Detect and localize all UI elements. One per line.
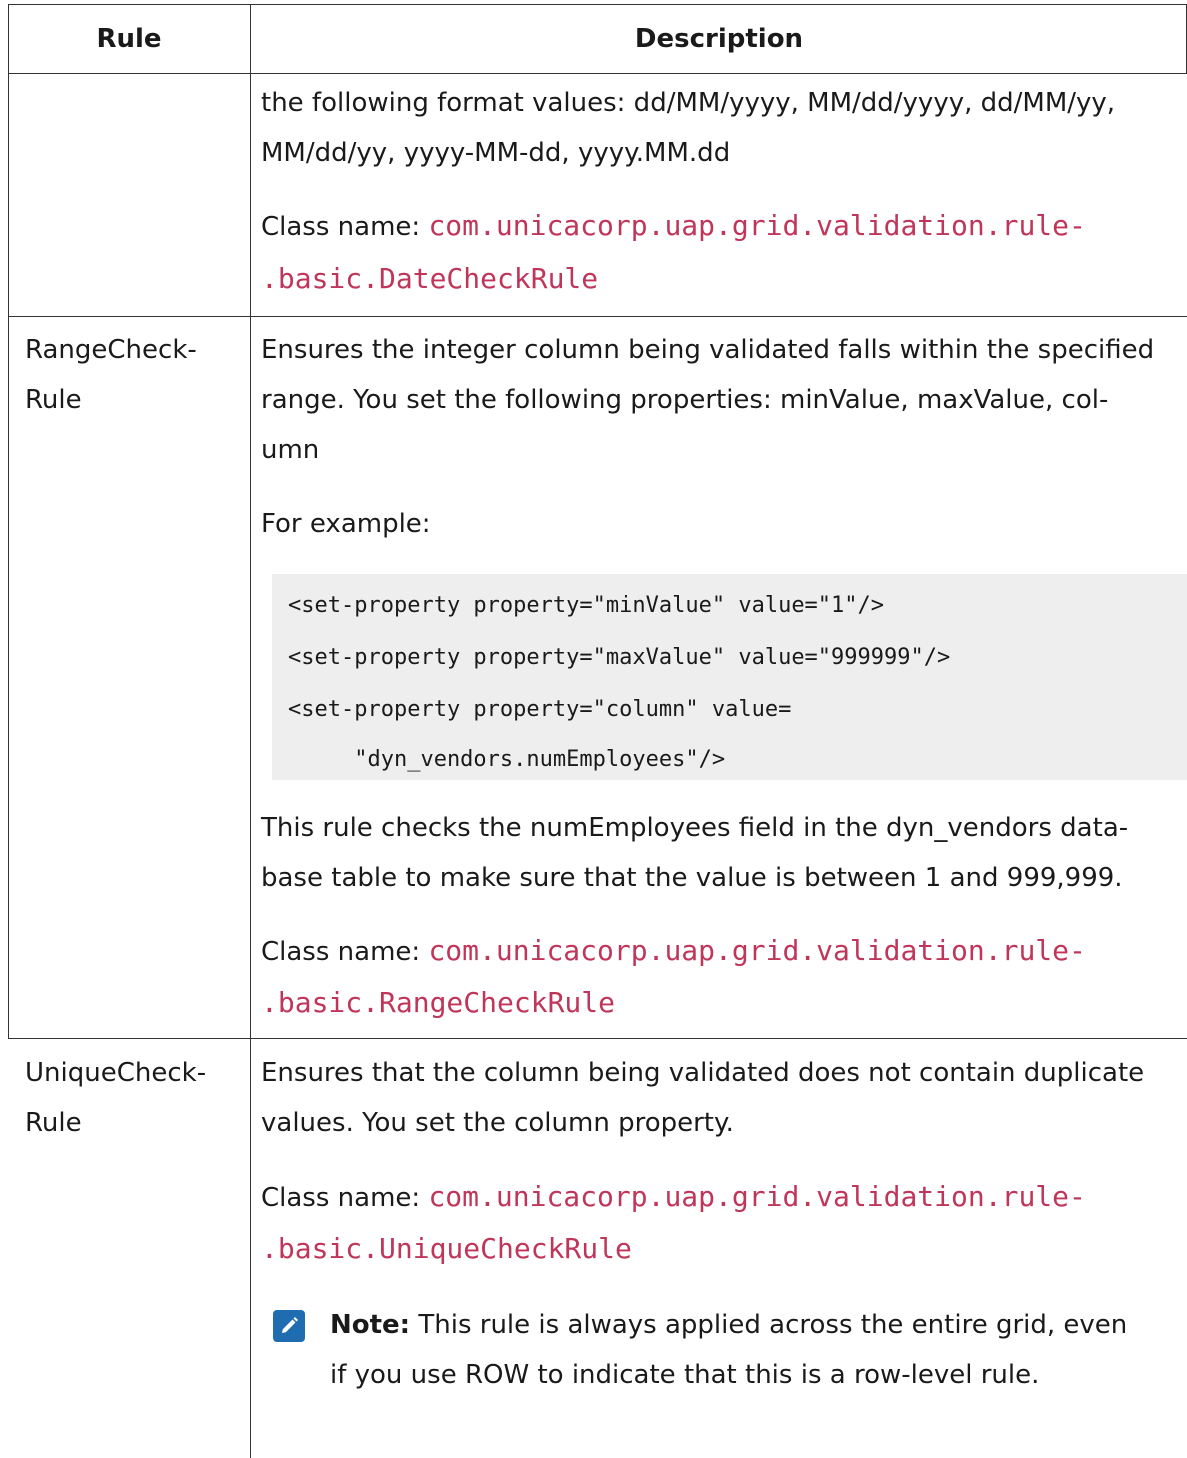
class-name-line: .basic.DateCheckRule	[261, 254, 598, 305]
table-left-border	[8, 4, 9, 1038]
note-text: This rule is always applied across the e…	[410, 1310, 1128, 1340]
example-label: For example:	[261, 509, 431, 539]
header-rule: Rule	[96, 24, 162, 54]
pencil-note-icon	[273, 1310, 305, 1342]
class-name-label: Class name:	[261, 937, 429, 967]
description-line: the following format values: dd/MM/yyyy,…	[261, 88, 1116, 118]
rule-name-line: UniqueCheck-	[25, 1058, 207, 1088]
code-line: <set-property property="maxValue" value=…	[288, 645, 951, 670]
rule-name-line: RangeCheck-	[25, 335, 197, 365]
description-line: MM/dd/yy, yyyy-MM-dd, yyyy.MM.dd	[261, 138, 731, 168]
document-page: Rule Description the following format va…	[0, 0, 1187, 1458]
class-name-value: .basic.UniqueCheckRule	[261, 1232, 632, 1265]
column-divider	[250, 4, 251, 1458]
rule-name-line: Rule	[25, 1108, 82, 1138]
header-description: Description	[634, 24, 804, 54]
description-line: values. You set the column property.	[261, 1108, 734, 1138]
class-name-line: Class name: com.unicacorp.uap.grid.valid…	[261, 201, 1086, 252]
code-line: <set-property property="minValue" value=…	[288, 593, 885, 618]
description-line: umn	[261, 435, 320, 465]
class-name-value: .basic.DateCheckRule	[261, 262, 599, 295]
description-line: Ensures that the column being validated …	[261, 1058, 1145, 1088]
class-name-value: com.unicacorp.uap.grid.validation.rule-	[428, 209, 1086, 242]
class-name-label: Class name:	[261, 212, 429, 242]
description-line: Ensures the integer column being validat…	[261, 335, 1155, 365]
description-line: range. You set the following properties:…	[261, 385, 1109, 415]
pencil-icon	[282, 1317, 298, 1333]
row-divider	[8, 316, 1187, 317]
code-line: <set-property property="column" value=	[288, 697, 792, 722]
class-name-line: Class name: com.unicacorp.uap.grid.valid…	[261, 1172, 1086, 1223]
class-name-line: .basic.UniqueCheckRule	[261, 1224, 632, 1275]
rule-name-line: Rule	[25, 385, 82, 415]
rules-table: Rule Description the following format va…	[8, 4, 1187, 1458]
note-line: if you use ROW to indicate that this is …	[330, 1360, 1040, 1390]
description-line: base table to make sure that the value i…	[261, 863, 1123, 893]
note-label: Note:	[330, 1310, 411, 1340]
table-top-border	[8, 4, 1187, 5]
class-name-line: Class name: com.unicacorp.uap.grid.valid…	[261, 926, 1086, 977]
code-block: <set-property property="minValue" value=…	[272, 574, 1187, 780]
note-line: Note: This rule is always applied across…	[330, 1300, 1127, 1350]
class-name-value: com.unicacorp.uap.grid.validation.rule-	[428, 1180, 1086, 1213]
header-bottom-border	[8, 73, 1187, 74]
class-name-line: .basic.RangeCheckRule	[261, 978, 615, 1029]
row-divider	[8, 1038, 1187, 1039]
description-line: This rule checks the numEmployees field …	[261, 813, 1129, 843]
code-line: "dyn_vendors.numEmployees"/>	[288, 747, 726, 772]
class-name-label: Class name:	[261, 1183, 429, 1213]
class-name-value: com.unicacorp.uap.grid.validation.rule-	[428, 934, 1086, 967]
class-name-value: .basic.RangeCheckRule	[261, 986, 616, 1019]
